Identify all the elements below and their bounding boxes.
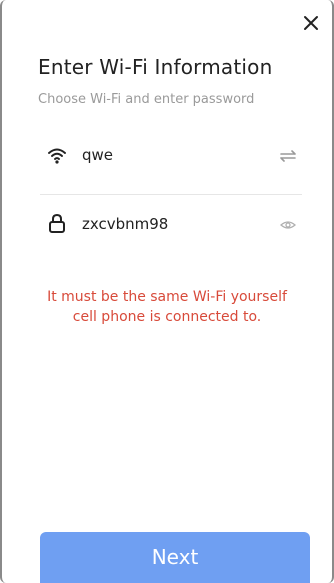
lock-icon <box>46 213 68 235</box>
warning-line-2: cell phone is connected to. <box>72 309 262 325</box>
next-button[interactable]: Next <box>40 532 310 583</box>
ssid-row[interactable]: qwe <box>40 136 302 176</box>
warning-line-1: It must be the same Wi-Fi yourself <box>47 289 287 305</box>
eye-icon[interactable] <box>280 217 296 231</box>
password-row[interactable]: zxcvbnm98 <box>40 205 302 245</box>
divider <box>40 194 302 195</box>
password-value[interactable]: zxcvbnm98 <box>82 215 168 233</box>
wifi-warning: It must be the same Wi-Fi yourself cell … <box>10 287 324 327</box>
dialog-title: Enter Wi-Fi Information <box>38 55 273 79</box>
wifi-icon <box>46 144 68 166</box>
close-icon[interactable] <box>302 14 320 32</box>
switch-arrows-icon[interactable] <box>280 148 296 162</box>
dialog-subtitle: Choose Wi-Fi and enter password <box>38 92 255 107</box>
ssid-value: qwe <box>82 146 114 164</box>
